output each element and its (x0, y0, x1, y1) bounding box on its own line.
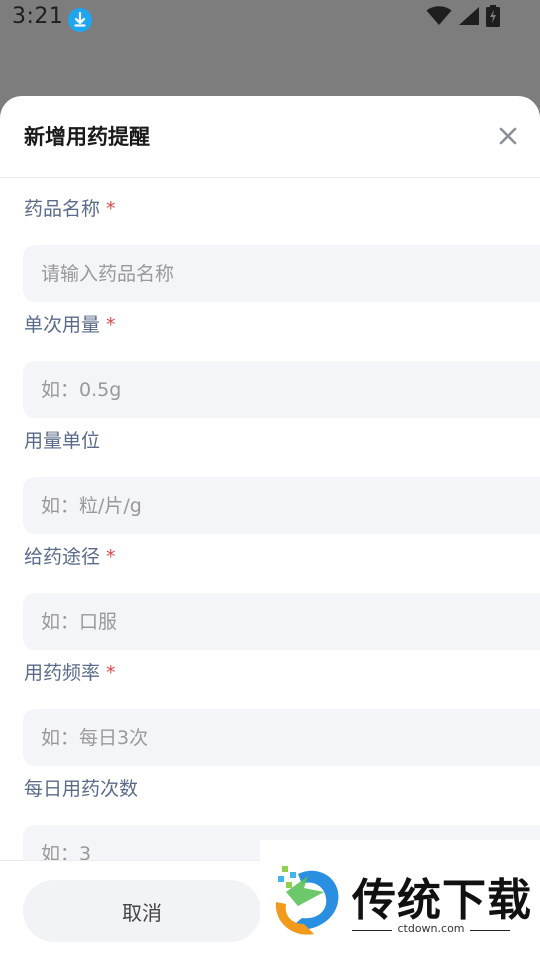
status-icons (426, 5, 500, 31)
watermark-logo-icon (268, 862, 346, 938)
field-label: 药品名称 * (24, 194, 116, 221)
route-input[interactable] (23, 593, 540, 650)
watermark: 传统下载 ctdown.com (260, 840, 540, 960)
field-label: 用量单位 (24, 426, 100, 453)
field-label-text: 给药途径 (24, 546, 101, 568)
required-mark: * (106, 546, 116, 568)
signal-icon (458, 6, 480, 30)
watermark-domain: ctdown.com (397, 922, 465, 935)
required-mark: * (106, 314, 116, 336)
cancel-button[interactable]: 取消 (23, 880, 261, 942)
battery-icon (486, 5, 500, 31)
field-label: 单次用量 * (24, 310, 116, 337)
sheet-title: 新增用药提醒 (24, 125, 150, 149)
field-label-text: 每日用药次数 (24, 778, 139, 800)
wifi-icon (426, 6, 452, 30)
single-dose-input[interactable] (23, 361, 540, 418)
field-label: 每日用药次数 (24, 774, 138, 801)
watermark-divider (470, 930, 510, 931)
required-mark: * (106, 662, 116, 684)
field-label: 用药频率 * (24, 658, 116, 685)
add-reminder-sheet: 新增用药提醒 药品名称* 单次用量* 用量单位 给药途径* 用药频率* (0, 96, 540, 960)
frequency-input[interactable] (23, 709, 540, 766)
status-time: 3:21 (12, 4, 64, 29)
status-bar: 3:21 (0, 0, 540, 40)
drug-name-input[interactable] (23, 245, 540, 302)
dose-unit-input[interactable] (23, 477, 540, 534)
field-label: 给药途径 * (24, 542, 116, 569)
required-mark: * (106, 198, 116, 220)
field-label-text: 用药频率 (24, 662, 101, 684)
close-icon[interactable] (494, 122, 522, 150)
watermark-brand: 传统下载 (352, 875, 532, 926)
download-icon (68, 8, 92, 32)
sheet-header: 新增用药提醒 (0, 96, 540, 178)
field-label-text: 单次用量 (24, 314, 101, 336)
field-label-text: 用量单位 (24, 430, 101, 452)
field-label-text: 药品名称 (24, 198, 101, 220)
